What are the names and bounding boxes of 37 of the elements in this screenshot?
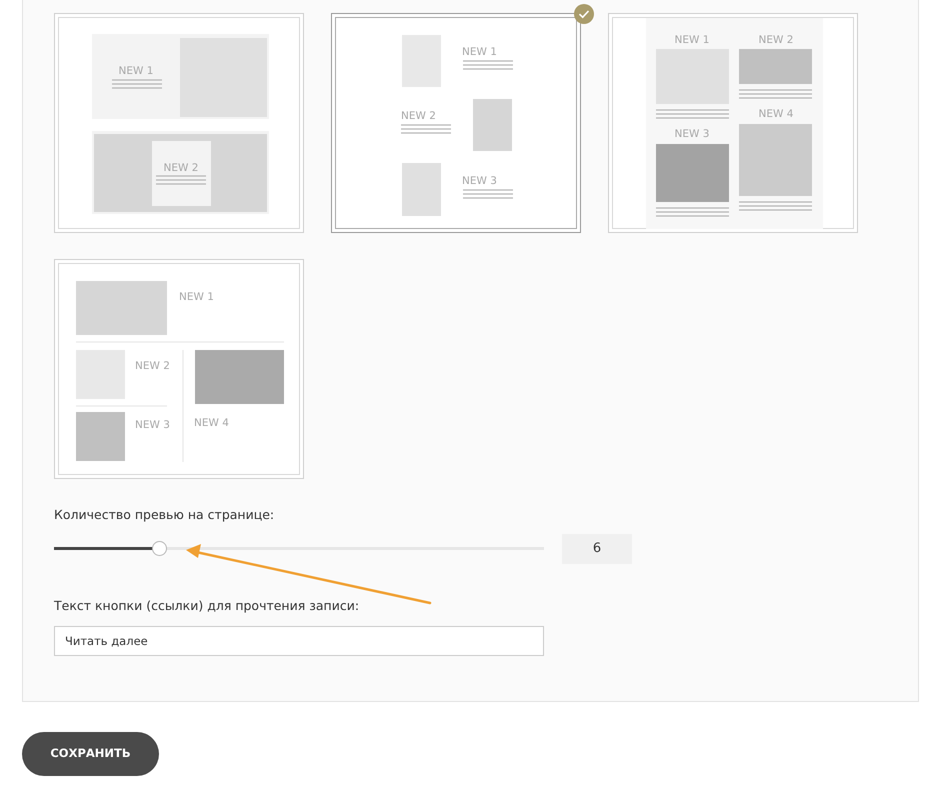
preview-label: NEW 1 [674, 34, 710, 46]
text-lines-icon [112, 79, 162, 89]
field-label: Количество превью на странице: [54, 506, 276, 524]
input-field[interactable]: Читать далее [54, 626, 544, 656]
preview-label: NEW 2 [135, 360, 170, 372]
preview-label: NEW 1 [118, 65, 154, 77]
image-placeholder [473, 99, 512, 151]
value-display: 6 [562, 534, 632, 564]
save-button[interactable]: СОХРАНИТЬ [22, 732, 159, 776]
image-placeholder [76, 412, 125, 461]
text-lines-icon [463, 60, 513, 70]
layout-option[interactable]: NEW 1 NEW 2 NEW 3 NEW 4 [54, 259, 304, 479]
check-icon [574, 4, 594, 24]
preview-label: NEW 2 [401, 110, 436, 122]
text-lines-icon [156, 175, 206, 185]
image-placeholder [402, 163, 441, 216]
preview-label: NEW 4 [758, 108, 794, 120]
layout-option[interactable]: NEW 1 NEW 2 NEW 3 [331, 13, 581, 233]
text-lines-icon [401, 124, 451, 134]
text-lines-icon [656, 109, 729, 119]
preview-label: NEW 4 [194, 417, 229, 429]
card-background [152, 141, 211, 206]
field-label: Текст кнопки (ссылки) для прочтения записи: [54, 596, 360, 615]
text-lines-icon [739, 201, 812, 211]
text-lines-icon [739, 89, 812, 99]
layout-option[interactable]: NEW 1 NEW 2 NEW 4 NEW 3 [608, 13, 858, 233]
slider-thumb[interactable] [152, 541, 167, 556]
preview-label: NEW 3 [135, 419, 170, 431]
preview-label: NEW 2 [164, 162, 198, 174]
text-lines-icon [463, 189, 513, 199]
preview-label: NEW 1 [462, 46, 497, 58]
preview-label: NEW 3 [674, 128, 710, 140]
preview-label: NEW 3 [462, 175, 497, 187]
text-lines-icon [656, 207, 729, 217]
preview-label: NEW 1 [179, 291, 214, 303]
layout-option[interactable]: NEW 1 NEW 2 [54, 13, 304, 233]
preview-label: NEW 2 [758, 34, 794, 46]
